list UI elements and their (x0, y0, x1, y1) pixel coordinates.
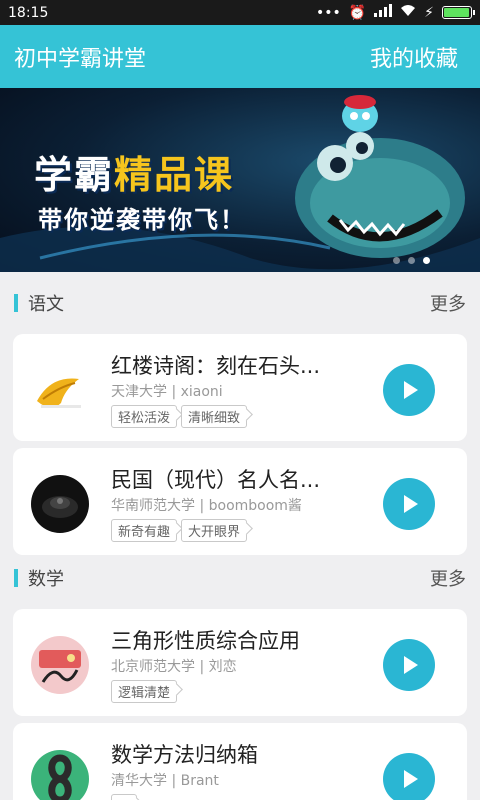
more-button[interactable]: 更多 (430, 565, 466, 591)
course-tags: ... (111, 794, 138, 800)
status-time: 18:15 (8, 4, 49, 21)
course-tag: 新奇有趣 (111, 519, 178, 542)
course-tag: 轻松活泼 (111, 405, 178, 428)
course-tags: 逻辑清楚 (111, 680, 178, 703)
course-tags: 新奇有趣 大开眼界 (111, 519, 248, 542)
play-button[interactable] (383, 753, 435, 800)
course-thumbnail (31, 750, 89, 800)
wifi-icon (400, 4, 416, 21)
course-card[interactable]: 数学方法归纳箱 清华大学 | Brant ... (13, 723, 467, 800)
battery-level (444, 8, 469, 17)
course-tag: 逻辑清楚 (111, 680, 178, 703)
carousel-dot[interactable] (408, 257, 415, 264)
course-card[interactable]: 红楼诗阁：刻在石头... 天津大学 | xiaoni 轻松活泼 清晰细致 (13, 334, 467, 441)
course-thumbnail (31, 636, 89, 694)
course-title: 红楼诗阁：刻在石头... (111, 354, 321, 378)
banner-subtitle: 带你逆袭带你飞！ (38, 206, 246, 234)
course-tags: 轻松活泼 清晰细致 (111, 405, 248, 428)
section-title: 语文 (28, 294, 64, 315)
alarm-icon: ⏰ (348, 4, 367, 21)
banner-title: 学霸精品课 (34, 153, 235, 197)
course-meta: 天津大学 | xiaoni (111, 384, 223, 400)
section-header-math: 数学 更多 (0, 558, 480, 598)
more-dots-icon: ••• (315, 4, 341, 21)
status-icons: ••• ⏰ ⚡ (315, 4, 475, 21)
section-accent-bar (14, 569, 18, 587)
carousel-dot[interactable] (393, 257, 400, 264)
course-meta: 北京师范大学 | 刘恋 (111, 659, 237, 675)
course-title: 三角形性质综合应用 (111, 629, 300, 653)
play-button[interactable] (383, 364, 435, 416)
section-header-chinese: 语文 更多 (0, 283, 480, 323)
signal-icon (374, 4, 393, 21)
course-title: 民国（现代）名人名... (111, 468, 321, 492)
course-thumbnail (31, 475, 89, 533)
course-tag: 清晰细致 (181, 405, 248, 428)
favorites-button[interactable]: 我的收藏 (370, 41, 458, 73)
status-bar: 18:15 ••• ⏰ ⚡ (0, 0, 480, 25)
play-button[interactable] (383, 639, 435, 691)
course-title: 数学方法归纳箱 (111, 743, 258, 767)
play-button[interactable] (383, 478, 435, 530)
course-card[interactable]: 三角形性质综合应用 北京师范大学 | 刘恋 逻辑清楚 (13, 609, 467, 716)
app-title: 初中学霸讲堂 (14, 46, 147, 72)
section-accent-bar (14, 294, 18, 312)
battery-icon (442, 6, 475, 19)
carousel-dot-active[interactable] (423, 257, 430, 264)
course-tag: ... (111, 794, 138, 800)
course-meta: 清华大学 | Brant (111, 773, 219, 789)
course-meta: 华南师范大学 | boomboom酱 (111, 498, 302, 514)
app-header: 初中学霸讲堂 我的收藏 (0, 25, 480, 88)
course-card[interactable]: 民国（现代）名人名... 华南师范大学 | boomboom酱 新奇有趣 大开眼… (13, 448, 467, 555)
promo-banner[interactable]: 学霸精品课 带你逆袭带你飞！ (0, 88, 480, 272)
course-thumbnail (31, 361, 89, 419)
carousel-indicator (393, 257, 430, 264)
more-button[interactable]: 更多 (430, 290, 466, 316)
charging-icon: ⚡ (424, 4, 434, 21)
section-title: 数学 (28, 569, 64, 590)
course-tag: 大开眼界 (181, 519, 248, 542)
